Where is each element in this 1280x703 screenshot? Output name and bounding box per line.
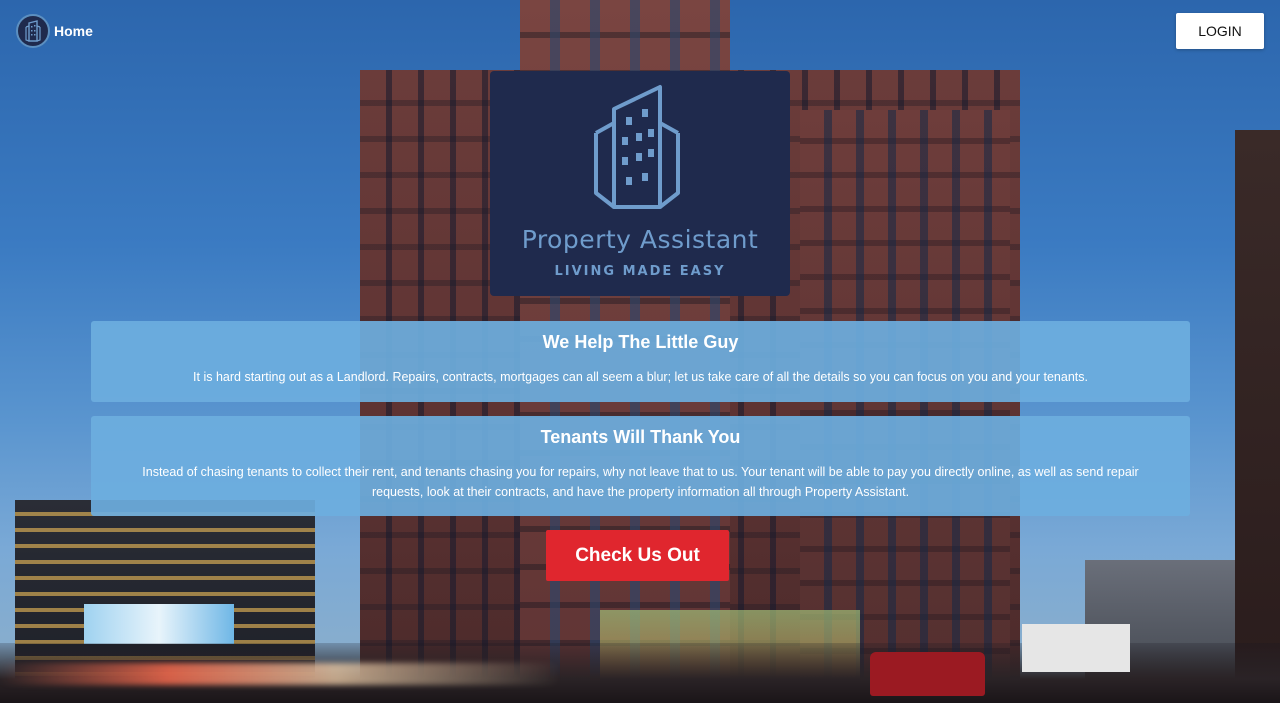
fire-escape-building [1235, 130, 1280, 703]
top-nav: Home LOGIN [0, 0, 1280, 62]
home-label: Home [54, 23, 93, 39]
panel-body: Instead of chasing tenants to collect th… [142, 465, 1139, 499]
panel-body: It is hard starting out as a Landlord. R… [193, 370, 1088, 384]
info-panel-landlord: We Help The Little Guy It is hard starti… [91, 321, 1190, 402]
light-streaks [0, 663, 560, 685]
building-icon [16, 14, 50, 48]
billboard [84, 604, 234, 644]
login-button[interactable]: LOGIN [1176, 13, 1264, 49]
brand-logo-card: Property Assistant LIVING MADE EASY [490, 71, 790, 296]
panel-heading: We Help The Little Guy [542, 332, 739, 352]
home-link[interactable]: Home [16, 14, 93, 48]
check-us-out-button[interactable]: Check Us Out [546, 530, 729, 581]
brand-tagline: LIVING MADE EASY [554, 264, 726, 279]
info-panel-tenants: Tenants Will Thank You Instead of chasin… [91, 416, 1190, 516]
brand-title: Property Assistant [521, 225, 759, 254]
van [870, 652, 985, 696]
truck [1022, 624, 1130, 672]
building-icon [594, 85, 680, 209]
panel-heading: Tenants Will Thank You [540, 427, 741, 447]
